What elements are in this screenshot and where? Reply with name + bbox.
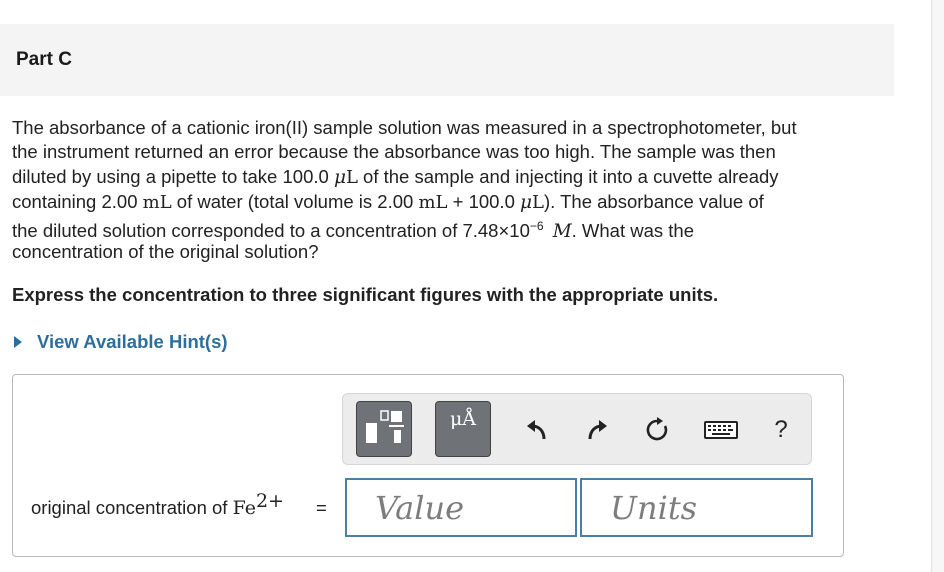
answer-label: original concentration of Fe2+ [31, 491, 284, 519]
redo-icon [588, 420, 607, 440]
question-line-3a: diluted by using a pipette to take 100.0 [12, 165, 334, 187]
part-title: Part C [16, 49, 72, 70]
view-hints-link[interactable]: View Available Hint(s) [14, 331, 228, 353]
answer-label-text: original concentration of [31, 497, 233, 518]
question-line-3b: of the sample and injecting it into a cu… [357, 165, 779, 187]
question-line: the instrument returned an error because… [12, 140, 902, 164]
math-mu: μ [333, 166, 346, 188]
undo-icon [527, 420, 546, 440]
species-charge: 2+ [255, 489, 284, 512]
species-symbol: Fe [232, 497, 256, 519]
keyboard-button[interactable] [703, 414, 739, 446]
question-line: The absorbance of a cationic iron(II) sa… [12, 116, 902, 140]
math-liter: L [345, 166, 358, 188]
instruction-text: Express the concentration to three signi… [12, 284, 719, 305]
page-scrollbar[interactable] [931, 0, 944, 572]
redo-button[interactable] [581, 414, 613, 446]
question-line-5b: . What was the [571, 219, 694, 241]
question-line-6: concentration of the original solution? [12, 241, 319, 263]
question-line-4a: containing 2.00 [12, 191, 143, 213]
math-milliliter: mL [142, 192, 172, 214]
question-line-4d: ). The absorbance value of [544, 191, 764, 213]
math-exponent: −6 [529, 218, 544, 233]
value-input[interactable] [345, 478, 577, 537]
equals-sign: = [316, 497, 327, 518]
units-input[interactable] [580, 478, 813, 537]
help-button[interactable]: ? [765, 414, 797, 446]
math-liter: L [532, 192, 544, 214]
units-button[interactable]: μÅ [435, 401, 491, 457]
reset-icon [646, 417, 668, 441]
question-line-5a: the diluted solution corresponded to a c… [12, 219, 530, 241]
reset-button[interactable] [641, 414, 673, 446]
help-label: ? [774, 416, 788, 443]
question-text: The absorbance of a cationic iron(II) sa… [12, 116, 902, 264]
templates-button[interactable] [356, 401, 412, 457]
math-molar: M [552, 220, 572, 242]
question-line-2: the instrument returned an error because… [12, 141, 776, 163]
part-header [0, 24, 894, 96]
keyboard-icon [704, 421, 738, 439]
undo-button[interactable] [521, 414, 553, 446]
math-milliliter: mL [418, 192, 448, 214]
math-mu: μ [520, 192, 533, 214]
math-toolbar: μÅ ? [342, 393, 812, 465]
caret-right-icon [14, 336, 22, 348]
question-line-4b: of water (total volume is 2.00 [171, 191, 419, 213]
question-line: diluted by using a pipette to take 100.0… [12, 165, 902, 190]
templates-icon [366, 410, 404, 443]
question-line-4c: + 100.0 [447, 191, 521, 213]
question-line-1: The absorbance of a cationic iron(II) sa… [12, 117, 797, 138]
question-line: containing 2.00 mL of water (total volum… [12, 190, 902, 215]
view-hints-label: View Available Hint(s) [37, 331, 228, 352]
units-label: μÅ [449, 408, 477, 430]
